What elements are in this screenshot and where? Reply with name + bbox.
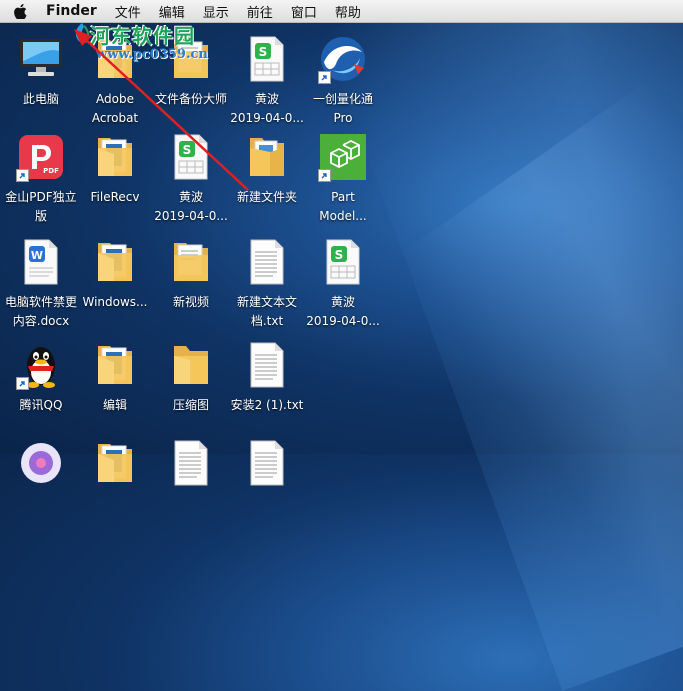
desktop-item-label: 新建文件夹 bbox=[236, 190, 297, 204]
text-doc-icon bbox=[240, 235, 294, 289]
folder-icon bbox=[88, 436, 142, 490]
desktop-item-part-modeler[interactable]: Part Model... bbox=[304, 130, 382, 226]
desktop-item-partial-app[interactable] bbox=[2, 436, 80, 494]
desktop-item-huangbo-sheet-2[interactable]: S 黄波 2019-04-0... bbox=[152, 130, 230, 226]
desktop-item-edit-folder[interactable]: 编辑 bbox=[76, 338, 154, 415]
folder-icon bbox=[88, 32, 142, 86]
folder-docs-icon bbox=[164, 32, 218, 86]
app-round-icon bbox=[14, 436, 68, 490]
folder-plain-icon bbox=[164, 338, 218, 392]
desktop-item-new-text-doc[interactable]: 新建文本文 档.txt bbox=[228, 235, 306, 331]
menu-window[interactable]: 窗口 bbox=[291, 2, 317, 21]
svg-text:S: S bbox=[335, 248, 344, 262]
desktop-item-label: Windows... bbox=[82, 295, 148, 309]
desktop-item-windows-folder[interactable]: Windows... bbox=[76, 235, 154, 312]
svg-text:PDF: PDF bbox=[43, 167, 59, 175]
wps-sheet-icon: S bbox=[316, 235, 370, 289]
desktop-item-label: 安装2 (1).txt bbox=[230, 398, 304, 412]
desktop-item-huangbo-sheet-1[interactable]: S 黄波 2019-04-0... bbox=[228, 32, 306, 128]
svg-text:S: S bbox=[259, 45, 268, 59]
desktop-item-label: 编辑 bbox=[102, 398, 127, 412]
desktop-item-this-pc[interactable]: 此电脑 bbox=[2, 32, 80, 109]
desktop-item-label: Adobe Acrobat bbox=[91, 92, 139, 125]
svg-text:S: S bbox=[183, 143, 192, 157]
desktop-item-label: 新建文本文 档.txt bbox=[236, 295, 297, 328]
menu-file[interactable]: 文件 bbox=[115, 2, 141, 21]
desktop-item-kingsoft-pdf[interactable]: PDF 金山PDF独立 版 bbox=[2, 130, 80, 226]
desktop-item-label: 腾讯QQ bbox=[19, 398, 63, 412]
menu-edit[interactable]: 编辑 bbox=[159, 2, 185, 21]
folder-docs-icon bbox=[164, 235, 218, 289]
menu-help[interactable]: 帮助 bbox=[335, 2, 361, 21]
desktop-item-label: 黄波 2019-04-0... bbox=[154, 190, 228, 223]
desktop-item-file-backup-master[interactable]: 文件备份大师 bbox=[152, 32, 230, 109]
pdf-app-icon: PDF bbox=[14, 130, 68, 184]
wps-sheet-icon: S bbox=[164, 130, 218, 184]
desktop-item-label: 电脑软件禁更 内容.docx bbox=[4, 295, 77, 328]
apple-logo-icon[interactable] bbox=[14, 3, 28, 19]
desktop-item-label: 黄波 2019-04-0... bbox=[230, 92, 304, 125]
app-swirl-icon bbox=[316, 32, 370, 86]
text-doc-icon bbox=[164, 436, 218, 490]
computer-icon bbox=[14, 32, 68, 86]
folder-icon bbox=[88, 338, 142, 392]
desktop-item-tencent-qq[interactable]: 腾讯QQ bbox=[2, 338, 80, 415]
desktop-item-partial-folder[interactable] bbox=[76, 436, 154, 494]
desktop-item-label: 此电脑 bbox=[22, 92, 59, 106]
desktop-item-partial-doc-1[interactable] bbox=[152, 436, 230, 494]
text-doc-icon bbox=[240, 436, 294, 490]
desktop-item-new-folder[interactable]: 新建文件夹 bbox=[228, 130, 306, 207]
desktop-item-yichuang-pro[interactable]: 一创量化通 Pro bbox=[304, 32, 382, 128]
wallpaper-light-beam-secondary bbox=[403, 79, 683, 661]
desktop-item-compressed-image[interactable]: 压缩图 bbox=[152, 338, 230, 415]
desktop-item-label: 压缩图 bbox=[172, 398, 209, 412]
qq-penguin-icon bbox=[14, 338, 68, 392]
menu-bar: Finder 文件 编辑 显示 前往 窗口 帮助 bbox=[0, 0, 683, 23]
desktop-item-label: FileRecv bbox=[90, 190, 140, 204]
menu-go[interactable]: 前往 bbox=[247, 2, 273, 21]
shortcut-arrow-icon bbox=[16, 377, 29, 390]
menu-view[interactable]: 显示 bbox=[203, 2, 229, 21]
folder-icon bbox=[88, 130, 142, 184]
desktop-item-filerecv[interactable]: FileRecv bbox=[76, 130, 154, 207]
desktop-item-huangbo-sheet-3[interactable]: S 黄波 2019-04-0... bbox=[304, 235, 382, 331]
desktop-item-label: 金山PDF独立 版 bbox=[5, 190, 77, 223]
desktop-item-label: 一创量化通 Pro bbox=[312, 92, 373, 125]
text-doc-icon bbox=[240, 338, 294, 392]
svg-text:W: W bbox=[31, 249, 43, 262]
desktop-item-computer-software-doc[interactable]: W 电脑软件禁更 内容.docx bbox=[2, 235, 80, 331]
wps-sheet-icon: S bbox=[240, 32, 294, 86]
desktop-item-adobe-acrobat[interactable]: Adobe Acrobat bbox=[76, 32, 154, 128]
desktop-item-label: Part Model... bbox=[319, 190, 367, 223]
desktop-item-new-video[interactable]: 新视频 bbox=[152, 235, 230, 312]
desktop-item-label: 黄波 2019-04-0... bbox=[306, 295, 380, 328]
word-doc-icon: W bbox=[14, 235, 68, 289]
desktop-item-partial-doc-2[interactable] bbox=[228, 436, 306, 494]
shortcut-arrow-icon bbox=[16, 169, 29, 182]
shortcut-arrow-icon bbox=[318, 169, 331, 182]
cube-app-icon bbox=[316, 130, 370, 184]
desktop-item-label: 文件备份大师 bbox=[154, 92, 227, 106]
shortcut-arrow-icon bbox=[318, 71, 331, 84]
desktop-item-label: 新视频 bbox=[172, 295, 209, 309]
desktop-item-install2-txt[interactable]: 安装2 (1).txt bbox=[228, 338, 306, 415]
folder-open-icon bbox=[240, 130, 294, 184]
folder-icon bbox=[88, 235, 142, 289]
menu-finder[interactable]: Finder bbox=[46, 3, 97, 19]
